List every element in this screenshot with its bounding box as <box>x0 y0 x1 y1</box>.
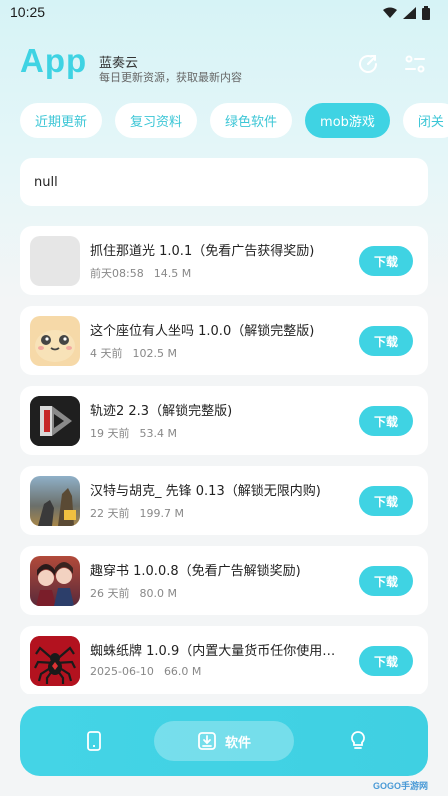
app-size: 14.5 M <box>153 267 192 280</box>
anime-characters-icon <box>30 556 80 606</box>
tab-review[interactable]: 复习资料 <box>115 103 198 138</box>
download-button[interactable]: 下载 <box>359 406 413 436</box>
app-meta: 19 天前 53.4 M <box>90 425 177 441</box>
app-title: 蜘蛛纸牌 1.0.9（内置大量货币任你使用… <box>90 644 336 659</box>
tab-green-software[interactable]: 绿色软件 <box>210 103 293 138</box>
status-bar: 10:25 <box>0 0 448 26</box>
trajectory-logo-icon <box>30 396 80 446</box>
settings-button[interactable] <box>401 50 429 78</box>
app-meta: 2025-06-10 66.0 M <box>90 665 201 678</box>
app-title: 抓住那道光 1.0.1（免看广告获得奖励) <box>90 244 315 259</box>
app-list: 抓住那道光 1.0.1（免看广告获得奖励) 前天08:58 14.5 M 下载 这… <box>20 226 428 694</box>
nav-label-software: 软件 <box>224 735 251 751</box>
download-box-icon <box>198 732 216 750</box>
list-item[interactable]: 抓住那道光 1.0.1（免看广告获得奖励) 前天08:58 14.5 M 下载 <box>20 226 428 295</box>
lightbulb-icon <box>351 731 365 749</box>
app-size: 80.0 M <box>139 587 177 600</box>
refresh-button[interactable] <box>354 50 382 78</box>
app-date: 前天08:58 <box>90 267 144 280</box>
app-date: 2025-06-10 <box>90 665 154 678</box>
app-date: 22 天前 <box>90 507 130 520</box>
status-time: 10:25 <box>10 4 46 20</box>
search-input[interactable]: null <box>20 158 428 206</box>
list-item[interactable]: 蜘蛛纸牌 1.0.9（内置大量货币任你使用… 2025-06-10 66.0 M … <box>20 626 428 694</box>
tab-recent[interactable]: 近期更新 <box>20 103 103 138</box>
app-logo: App <box>20 42 88 79</box>
app-header: App 蓝奏云 每日更新资源，获取最新内容 <box>0 40 448 90</box>
app-size: 102.5 M <box>132 347 177 360</box>
category-tabs: 近期更新 复习资料 绿色软件 mob游戏 闭关 <box>20 103 448 139</box>
download-button[interactable]: 下载 <box>359 246 413 276</box>
app-title: 轨迹2 2.3（解锁完整版) <box>90 404 233 419</box>
tab-retreat[interactable]: 闭关 <box>402 103 448 138</box>
battery-icon <box>422 6 430 20</box>
app-title: 汉特与胡克_ 先锋 0.13（解锁无限内购) <box>90 484 321 499</box>
refresh-icon <box>359 55 377 73</box>
nav-item-software[interactable]: 软件 <box>154 721 294 761</box>
nav-item-phone[interactable] <box>74 721 114 761</box>
download-button[interactable]: 下载 <box>359 646 413 676</box>
bottom-nav: 软件 <box>20 706 428 776</box>
list-item[interactable]: 轨迹2 2.3（解锁完整版) 19 天前 53.4 M 下载 <box>20 386 428 455</box>
app-date: 4 天前 <box>90 347 123 360</box>
app-title: 趣穿书 1.0.0.8（免看广告解锁奖励) <box>90 564 301 579</box>
list-item[interactable]: 这个座位有人坐吗 1.0.0（解锁完整版) 4 天前 102.5 M 下载 <box>20 306 428 375</box>
download-button[interactable]: 下载 <box>359 566 413 596</box>
cute-face-icon <box>30 316 80 366</box>
app-meta: 26 天前 80.0 M <box>90 585 177 601</box>
spider-icon <box>30 636 80 686</box>
placeholder-icon <box>30 236 80 286</box>
app-meta: 22 天前 199.7 M <box>90 505 184 521</box>
app-title: 这个座位有人坐吗 1.0.0（解锁完整版) <box>90 324 315 339</box>
app-size: 66.0 M <box>163 665 202 678</box>
app-size: 53.4 M <box>139 427 177 440</box>
watermark: GOGO手游网 <box>372 781 428 791</box>
tab-mob-games[interactable]: mob游戏 <box>305 103 390 138</box>
nav-item-ideas[interactable] <box>338 721 378 761</box>
download-button[interactable]: 下载 <box>359 486 413 516</box>
app-meta: 4 天前 102.5 M <box>90 345 177 361</box>
sliders-icon <box>405 55 425 73</box>
status-icons <box>383 6 430 20</box>
app-date: 19 天前 <box>90 427 130 440</box>
app-date: 26 天前 <box>90 587 130 600</box>
phone-icon <box>87 731 101 751</box>
app-size: 199.7 M <box>139 507 184 520</box>
game-art-icon <box>30 476 80 526</box>
wifi-icon <box>383 7 397 18</box>
app-meta: 前天08:58 14.5 M <box>90 265 191 281</box>
list-item[interactable]: 趣穿书 1.0.0.8（免看广告解锁奖励) 26 天前 80.0 M 下载 <box>20 546 428 615</box>
download-button[interactable]: 下载 <box>359 326 413 356</box>
app-subtitle: 每日更新资源，获取最新内容 <box>99 71 242 84</box>
signal-icon <box>403 7 416 19</box>
list-item[interactable]: 汉特与胡克_ 先锋 0.13（解锁无限内购) 22 天前 199.7 M 下载 <box>20 466 428 535</box>
